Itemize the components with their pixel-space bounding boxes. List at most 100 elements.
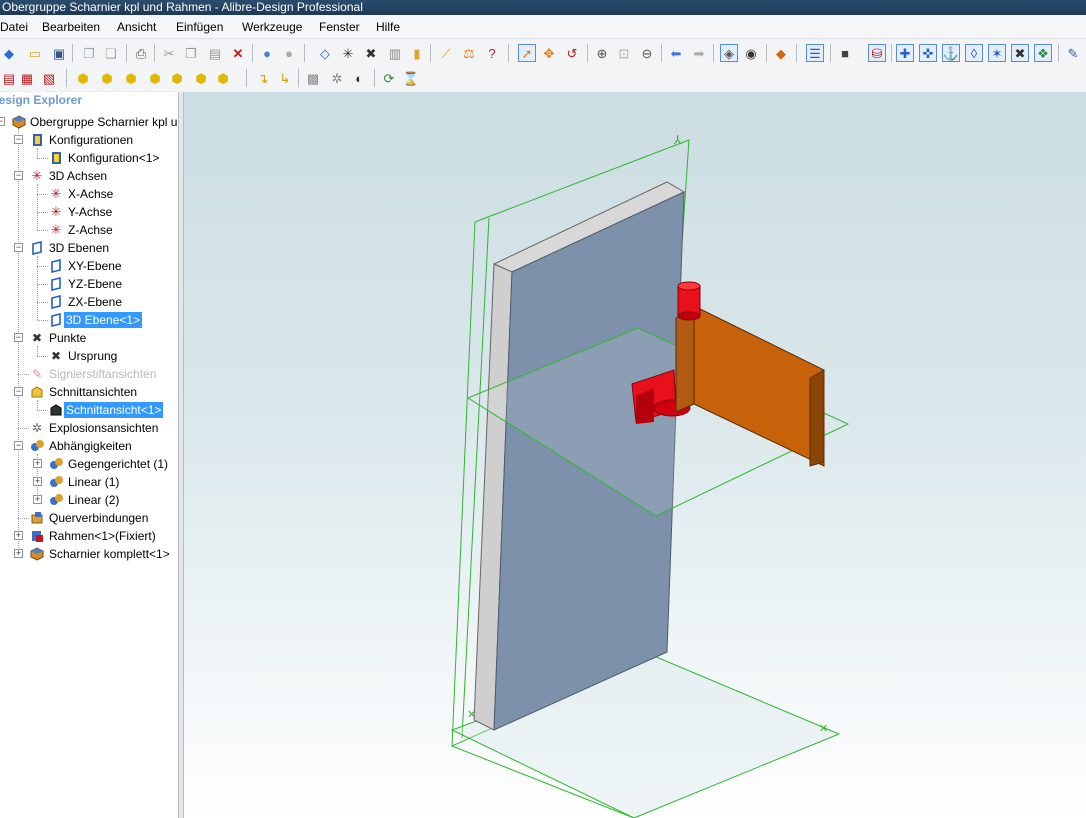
tree-3d-ebene1[interactable]: 3D Ebene<1> — [0, 312, 178, 328]
tree-ebenen[interactable]: − 3D Ebenen — [0, 240, 178, 256]
flip-icon[interactable]: ↴ — [254, 69, 272, 87]
drawing-icon[interactable]: ▤ — [0, 69, 18, 87]
tree-linear2[interactable]: + Linear (2) — [0, 492, 178, 508]
cut-icon[interactable]: ✂ — [160, 44, 178, 62]
paste-doc-icon[interactable]: ❏ — [102, 44, 120, 62]
assembly-icon[interactable]: ▮ — [408, 44, 426, 62]
tree-abhaengigkeiten[interactable]: − Abhängigkeiten — [0, 438, 178, 454]
axis-icon: ✳ — [50, 186, 62, 201]
tree-xy-ebene[interactable]: XY-Ebene — [0, 258, 178, 274]
shaded-icon[interactable]: ◈ — [720, 44, 738, 62]
save-icon[interactable]: ▣ — [50, 44, 68, 62]
menu-fenster[interactable]: Fenster — [319, 20, 360, 34]
plane-icon — [51, 259, 61, 273]
solid-icon[interactable]: ■ — [836, 44, 854, 62]
hidden-lines-icon[interactable]: ◉ — [742, 44, 760, 62]
prev-view-icon[interactable]: ⬅ — [667, 44, 685, 62]
info-icon[interactable]: ? — [483, 44, 501, 62]
constraint-icon[interactable]: ⛁ — [868, 44, 886, 62]
view-iso-icon[interactable]: ⬢ — [214, 69, 232, 87]
tree-querverbindungen[interactable]: Querverbindungen — [0, 510, 178, 526]
tree-konfiguration1[interactable]: Konfiguration<1> — [0, 150, 178, 166]
tree-achsen[interactable]: − ✳ 3D Achsen — [0, 168, 178, 184]
zoom-window-icon[interactable]: ⊡ — [615, 44, 633, 62]
bom-icon[interactable]: ▦ — [18, 69, 36, 87]
view-top-icon[interactable]: ⬢ — [168, 69, 186, 87]
3d-viewport[interactable]: ⅄ ✕ ✕ — [184, 92, 1086, 818]
part-icon[interactable]: ▥ — [386, 44, 404, 62]
refresh-icon[interactable]: ⟳ — [380, 69, 398, 87]
rotate-icon[interactable]: ↺ — [563, 44, 581, 62]
tree-yz-ebene[interactable]: YZ-Ebene — [0, 276, 178, 292]
plane-icon[interactable]: ◇ — [316, 44, 334, 62]
animate-icon[interactable]: ◐ — [350, 69, 368, 87]
view-toolbar: ▤ ▦ ▧ ⬢ ⬢ ⬢ ⬢ ⬢ ⬢ ⬢ ↴ ↳ ▩ ✲ ◐ ⟳ ⌛ — [0, 65, 1086, 91]
menu-einfuegen[interactable]: Einfügen — [176, 20, 223, 34]
tree-z-achse[interactable]: ✳ Z-Achse — [0, 222, 178, 238]
tree-y-achse[interactable]: ✳ Y-Achse — [0, 204, 178, 220]
axis-icon[interactable]: ✳ — [339, 44, 357, 62]
copy-icon[interactable]: ❐ — [182, 44, 200, 62]
main-toolbar: ◆ ▭ ▣ ❐ ❏ ⎙ ✂ ❐ ▤ ✕ ● ● ◇ ✳ ✖ ▥ ▮ ⟋ ⚖ ? … — [0, 40, 1086, 66]
constraint-icon — [50, 476, 63, 487]
balance-icon[interactable]: ⚖ — [460, 44, 478, 62]
menu-hilfe[interactable]: Hilfe — [376, 20, 400, 34]
tree-scharnier[interactable]: + Scharnier komplett<1> — [0, 546, 178, 562]
view-bottom-icon[interactable]: ⬢ — [192, 69, 210, 87]
model-scene: ⅄ ✕ ✕ — [450, 133, 850, 818]
analyze-icon[interactable]: ❖ — [1034, 44, 1052, 62]
select-icon[interactable]: ➚ — [518, 44, 536, 62]
clear-icon[interactable]: ⌛ — [402, 69, 420, 87]
tree-gegengerichtet[interactable]: + Gegengerichtet (1) — [0, 456, 178, 472]
tree-zx-ebene[interactable]: ZX-Ebene — [0, 294, 178, 310]
next-view-icon[interactable]: ➡ — [690, 44, 708, 62]
tree-punkte[interactable]: − ✖ Punkte — [0, 330, 178, 346]
tree-konfigurationen[interactable]: − Konfigurationen — [0, 132, 178, 148]
align-icon[interactable]: ✜ — [919, 44, 937, 62]
tree-schnittansichten[interactable]: − Schnittansichten — [0, 384, 178, 400]
move-icon[interactable]: ✥ — [540, 44, 558, 62]
axis-icon: ✳ — [50, 204, 62, 219]
view-right-icon[interactable]: ⬢ — [146, 69, 164, 87]
measure-icon[interactable]: ⟋ — [437, 44, 455, 62]
paste-icon[interactable]: ▤ — [206, 44, 224, 62]
section-icon[interactable]: ▩ — [304, 69, 322, 87]
zoom-in-icon[interactable]: ⊕ — [593, 44, 611, 62]
view-back-icon[interactable]: ⬢ — [98, 69, 116, 87]
tree-root[interactable]: − Obergruppe Scharnier kpl und Rahmen — [0, 114, 178, 130]
point-icon[interactable]: ✖ — [362, 44, 380, 62]
menu-datei[interactable]: Datei — [0, 20, 28, 34]
tree-signierstift[interactable]: ✎ Signierstiftansichten — [0, 366, 178, 382]
tangent-icon[interactable]: ◊ — [965, 44, 983, 62]
mate-icon[interactable]: ✚ — [896, 44, 914, 62]
tree-linear1[interactable]: + Linear (1) — [0, 474, 178, 490]
report-icon[interactable]: ▧ — [40, 69, 58, 87]
menu-bearbeiten[interactable]: Bearbeiten — [42, 20, 100, 34]
back-icon[interactable]: ● — [258, 44, 276, 62]
new-icon[interactable]: ◆ — [0, 44, 18, 62]
explode-icon[interactable]: ✲ — [328, 69, 346, 87]
delete-icon[interactable]: ✕ — [229, 44, 247, 62]
explorer-icon[interactable]: ☰ — [806, 44, 824, 62]
tree-x-achse[interactable]: ✳ X-Achse — [0, 186, 178, 202]
orient-icon[interactable]: ⚓ — [942, 44, 960, 62]
angle-icon[interactable]: ✶ — [988, 44, 1006, 62]
menu-ansicht[interactable]: Ansicht — [117, 20, 156, 34]
tree-rahmen[interactable]: + Rahmen<1>(Fixiert) — [0, 528, 178, 544]
menu-werkzeuge[interactable]: Werkzeuge — [242, 20, 302, 34]
open-icon[interactable]: ▭ — [26, 44, 44, 62]
tree-schnittansicht1[interactable]: Schnittansicht<1> — [0, 402, 178, 418]
configuration-icon — [33, 134, 42, 146]
copy-doc-icon[interactable]: ❐ — [80, 44, 98, 62]
view-front-icon[interactable]: ⬢ — [74, 69, 92, 87]
view-left-icon[interactable]: ⬢ — [122, 69, 140, 87]
fix-icon[interactable]: ✖ — [1011, 44, 1029, 62]
tree-explosion[interactable]: ✲ Explosionsansichten — [0, 420, 178, 436]
tree-ursprung[interactable]: ✖ Ursprung — [0, 348, 178, 364]
zoom-out-icon[interactable]: ⊖ — [638, 44, 656, 62]
forward-icon[interactable]: ● — [280, 44, 298, 62]
print-icon[interactable]: ⎙ — [132, 44, 150, 62]
render-icon[interactable]: ◆ — [772, 44, 790, 62]
flip2-icon[interactable]: ↳ — [276, 69, 294, 87]
more-icon[interactable]: ✎ — [1064, 44, 1082, 62]
